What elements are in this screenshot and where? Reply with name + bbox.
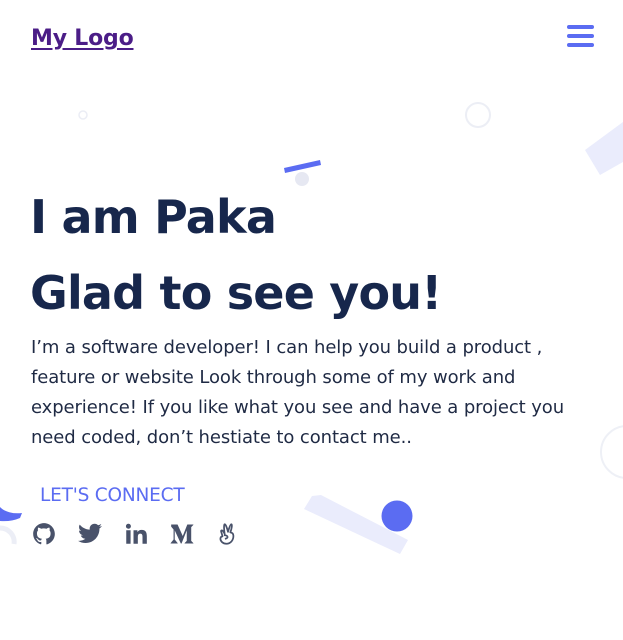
page: My Logo I am Paka Glad to see you! I’m a… (0, 0, 623, 640)
github-icon[interactable] (30, 519, 58, 549)
twitter-icon[interactable] (76, 519, 104, 549)
hero-subtitle: Glad to see you! (30, 266, 442, 320)
hamburger-menu-icon[interactable] (567, 25, 594, 47)
angellist-icon[interactable] (214, 519, 242, 549)
lets-connect-link[interactable]: LET'S CONNECT (40, 485, 185, 506)
logo-link[interactable]: My Logo (31, 26, 134, 51)
hero-description: I’m a software developer! I can help you… (31, 337, 565, 448)
social-links (30, 519, 242, 549)
linkedin-icon[interactable] (122, 519, 150, 549)
hero-title: I am Paka (30, 190, 277, 244)
medium-icon[interactable] (168, 519, 196, 549)
